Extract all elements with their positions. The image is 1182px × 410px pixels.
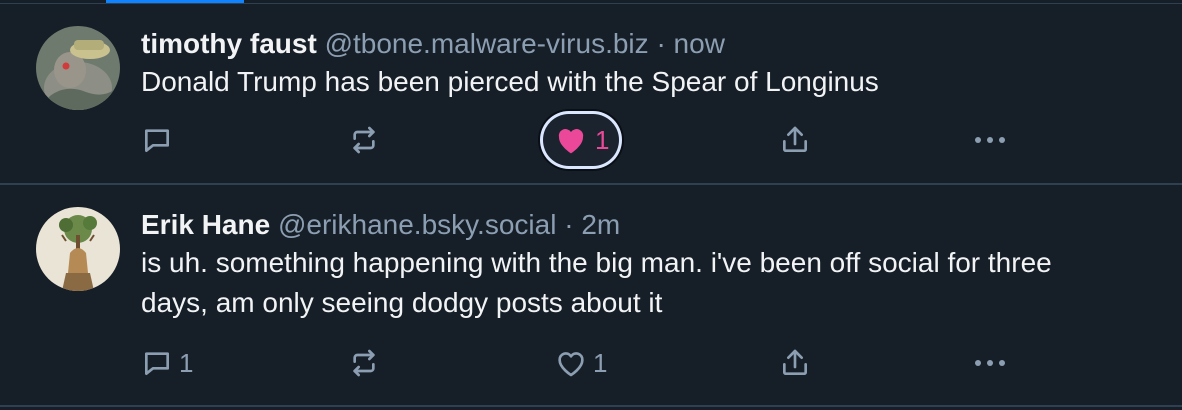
like-count: 1: [593, 347, 608, 378]
user-avatar-photo-icon: [36, 26, 120, 110]
share-button[interactable]: [779, 110, 811, 170]
avatar[interactable]: [36, 207, 120, 291]
repost-icon: [353, 126, 375, 154]
post-timestamp[interactable]: 2m: [581, 209, 620, 240]
more-icon: [975, 360, 1005, 366]
like-button[interactable]: 1: [543, 114, 620, 166]
post-content: Erik Hane @erikhane.bsky.social · 2m is …: [141, 207, 1122, 323]
reply-button[interactable]: 1: [141, 333, 193, 393]
author-handle[interactable]: @erikhane.bsky.social: [278, 209, 556, 240]
post-header: Erik Hane @erikhane.bsky.social · 2m: [141, 207, 1122, 243]
like-count: 1: [595, 124, 610, 155]
feed-post[interactable]: timothy faust @tbone.malware-virus.biz ·…: [0, 4, 1182, 185]
separator: ·: [564, 209, 574, 240]
share-icon: [783, 126, 807, 152]
reply-icon: [145, 129, 169, 152]
post-timestamp[interactable]: now: [674, 28, 725, 59]
post-text: is uh. something happening with the big …: [141, 247, 1052, 318]
repost-button[interactable]: [347, 333, 387, 393]
author-name[interactable]: Erik Hane: [141, 209, 270, 240]
post-actions: 1: [141, 110, 1021, 170]
reply-icon: [145, 352, 169, 375]
heart-icon: [558, 129, 584, 154]
author-name[interactable]: timothy faust: [141, 28, 317, 59]
repost-button[interactable]: [347, 110, 387, 170]
share-icon: [783, 349, 807, 375]
like-button[interactable]: 1: [555, 333, 607, 393]
more-options-button[interactable]: [973, 110, 1007, 170]
post-content: timothy faust @tbone.malware-virus.biz ·…: [141, 26, 1122, 102]
heart-icon: [558, 352, 584, 377]
post-actions: 1 1: [141, 333, 1021, 393]
more-icon: [975, 137, 1005, 143]
post-text: Donald Trump has been pierced with the S…: [141, 66, 879, 97]
post-feed: timothy faust @tbone.malware-virus.biz ·…: [0, 4, 1182, 407]
feed-post[interactable]: Erik Hane @erikhane.bsky.social · 2m is …: [0, 185, 1182, 407]
repost-icon: [353, 349, 375, 377]
avatar[interactable]: [36, 26, 120, 110]
author-handle[interactable]: @tbone.malware-virus.biz: [325, 28, 649, 59]
user-avatar-illustration-icon: [36, 207, 120, 291]
reply-button[interactable]: [141, 110, 179, 170]
reply-count: 1: [179, 347, 194, 378]
post-header: timothy faust @tbone.malware-virus.biz ·…: [141, 26, 1122, 62]
more-options-button[interactable]: [973, 333, 1007, 393]
separator: ·: [656, 28, 666, 59]
share-button[interactable]: [779, 333, 811, 393]
